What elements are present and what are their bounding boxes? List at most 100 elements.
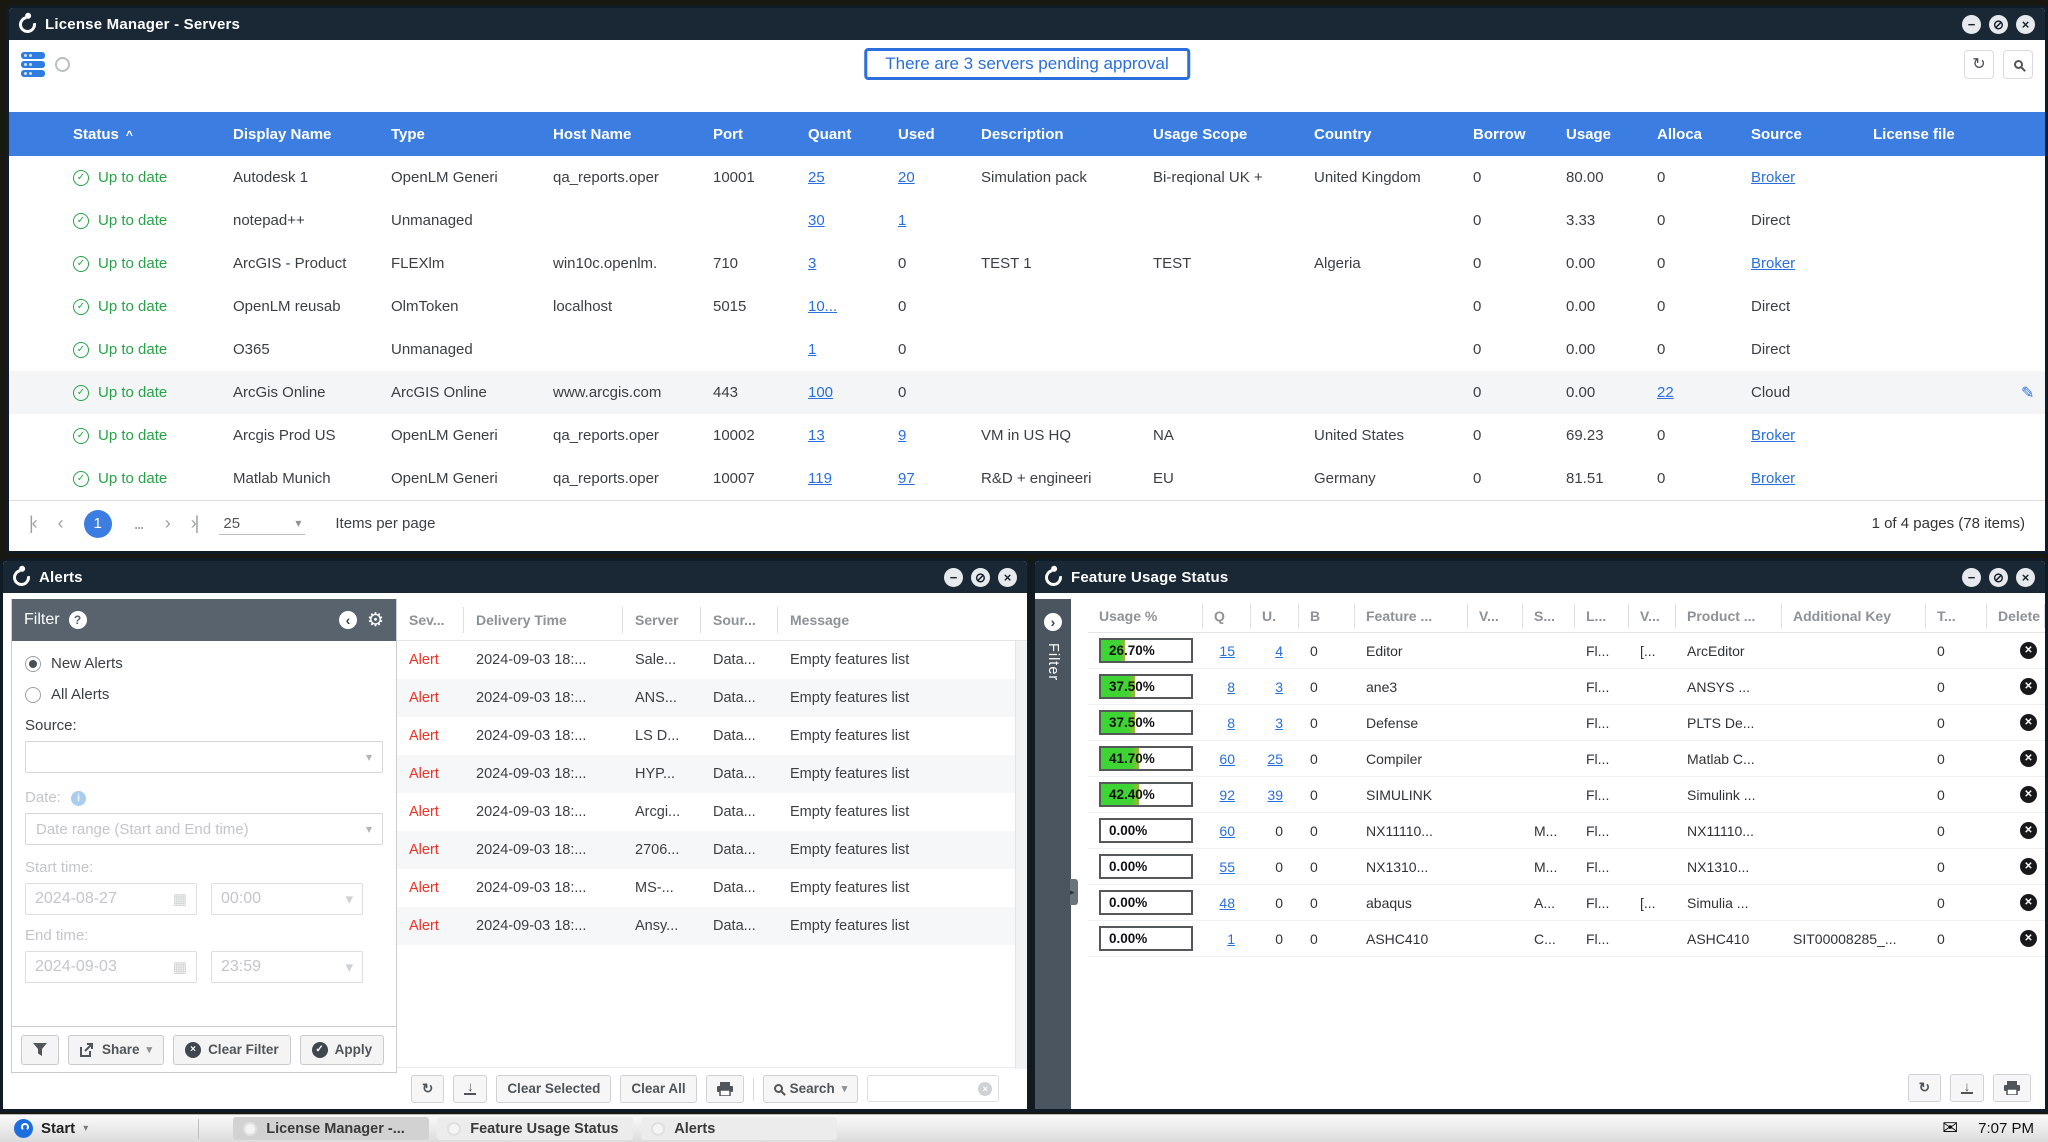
- used-link[interactable]: 3: [1275, 679, 1283, 695]
- expand-panel-icon[interactable]: ›: [1044, 613, 1062, 631]
- alert-row[interactable]: Alert2024-09-03 18:...LS D...Data...Empt…: [397, 717, 1027, 755]
- clear-selected-button[interactable]: Clear Selected: [496, 1075, 611, 1103]
- print-button[interactable]: [1993, 1074, 2031, 1102]
- column-header-usage[interactable]: Usage %: [1088, 604, 1203, 628]
- feature-row[interactable]: 42.40%92390SIMULINKFl...Simulink ...0✕: [1088, 777, 2045, 813]
- quantity-link[interactable]: 119: [808, 470, 832, 487]
- funnel-filter-button[interactable]: [21, 1035, 59, 1065]
- vertical-scrollbar[interactable]: [1015, 641, 1027, 1069]
- column-header-server[interactable]: Server: [623, 607, 701, 633]
- last-page-icon[interactable]: ›|: [191, 513, 198, 534]
- feature-row[interactable]: 37.50%830DefenseFl...PLTS De...0✕: [1088, 705, 2045, 741]
- taskbar-item-feature-usage-status[interactable]: Feature Usage Status: [437, 1117, 633, 1140]
- allocated-link[interactable]: 22: [1657, 384, 1674, 401]
- info-icon[interactable]: i: [71, 791, 86, 806]
- download-button[interactable]: ↓: [453, 1075, 487, 1103]
- feature-row[interactable]: 0.00%6000NX11110...M...Fl...NX11110...0✕: [1088, 813, 2045, 849]
- radio-button-selected[interactable]: [25, 656, 41, 672]
- quantity-link[interactable]: 1: [1227, 931, 1235, 947]
- used-link[interactable]: 25: [1267, 751, 1283, 767]
- close-icon[interactable]: ×: [998, 568, 1017, 587]
- clear-all-button[interactable]: Clear All: [620, 1075, 696, 1103]
- delete-icon[interactable]: ✕: [2020, 750, 2037, 767]
- taskbar-item-license-manager[interactable]: License Manager -...: [233, 1117, 429, 1140]
- quantity-link[interactable]: 92: [1219, 787, 1235, 803]
- minimize-icon[interactable]: −: [944, 568, 963, 587]
- first-page-icon[interactable]: |‹: [29, 513, 36, 534]
- column-header-status[interactable]: Status^: [73, 126, 233, 143]
- end-time-input[interactable]: 23:59 ▾: [211, 951, 363, 983]
- start-time-input[interactable]: 00:00 ▾: [211, 883, 363, 915]
- column-header-host-name[interactable]: Host Name: [553, 126, 713, 143]
- alert-row[interactable]: Alert2024-09-03 18:...Ansy...Data...Empt…: [397, 907, 1027, 945]
- quantity-link[interactable]: 48: [1219, 895, 1235, 911]
- table-row[interactable]: ✓Up to dateOpenLM reusabOlmTokenlocalhos…: [9, 285, 2045, 328]
- quantity-link[interactable]: 13: [808, 427, 825, 444]
- column-header-display-name[interactable]: Display Name: [233, 126, 391, 143]
- column-header-q[interactable]: Q: [1203, 604, 1251, 628]
- collapsed-filter-panel[interactable]: › Filter ▸: [1035, 599, 1071, 1109]
- used-link[interactable]: 4: [1275, 643, 1283, 659]
- table-row[interactable]: ✓Up to dateO365Unmanaged1000.000Direct: [9, 328, 2045, 371]
- column-header-t[interactable]: T...: [1926, 604, 1987, 628]
- quantity-link[interactable]: 100: [808, 384, 833, 401]
- column-header-license-file[interactable]: License file: [1873, 126, 2021, 143]
- column-header-country[interactable]: Country: [1314, 126, 1473, 143]
- column-header-source[interactable]: Source: [1751, 126, 1873, 143]
- start-date-input[interactable]: 2024-08-27 ▦: [25, 883, 197, 915]
- column-header-type[interactable]: Type: [391, 126, 553, 143]
- alert-row[interactable]: Alert2024-09-03 18:...Sale...Data...Empt…: [397, 641, 1027, 679]
- quantity-link[interactable]: 60: [1219, 751, 1235, 767]
- mail-icon[interactable]: ✉: [1942, 1117, 1958, 1140]
- column-header-quant[interactable]: Quant: [808, 126, 898, 143]
- table-row[interactable]: ✓Up to dateArcGis OnlineArcGIS Onlinewww…: [9, 371, 2045, 414]
- search-input[interactable]: ×: [867, 1075, 999, 1102]
- close-icon[interactable]: ×: [2016, 568, 2035, 587]
- column-header-sour[interactable]: Sour...: [701, 607, 778, 633]
- refresh-button[interactable]: ↻: [1908, 1074, 1941, 1102]
- maximize-icon[interactable]: ⊘: [971, 568, 990, 587]
- servers-icon[interactable]: [21, 52, 45, 77]
- apply-button[interactable]: ✓ Apply: [300, 1035, 385, 1065]
- column-header-u[interactable]: U.: [1251, 604, 1299, 628]
- close-icon[interactable]: ×: [2016, 15, 2035, 34]
- search-button[interactable]: Search ▾: [763, 1075, 859, 1103]
- used-link[interactable]: 9: [898, 427, 906, 444]
- delete-icon[interactable]: ✕: [2020, 678, 2037, 695]
- items-per-page-select[interactable]: 25 ▾: [219, 513, 305, 535]
- delete-icon[interactable]: ✕: [2020, 894, 2037, 911]
- delete-icon[interactable]: ✕: [2020, 858, 2037, 875]
- source-link[interactable]: Broker: [1751, 255, 1795, 272]
- feature-row[interactable]: 26.70%1540EditorFl...[...ArcEditor0✕: [1088, 633, 2045, 669]
- table-row[interactable]: ✓Up to dateMatlab MunichOpenLM Generiqa_…: [9, 457, 2045, 500]
- used-link[interactable]: 20: [898, 169, 915, 186]
- clear-search-icon[interactable]: ×: [978, 1082, 992, 1096]
- column-header-v[interactable]: V...: [1629, 604, 1676, 628]
- table-row[interactable]: ✓Up to dateAutodesk 1OpenLM Generiqa_rep…: [9, 156, 2045, 199]
- column-header-port[interactable]: Port: [713, 126, 808, 143]
- quantity-link[interactable]: 3: [808, 255, 816, 272]
- column-header-borrow[interactable]: Borrow: [1473, 126, 1566, 143]
- start-button[interactable]: Start ▾: [0, 1115, 102, 1142]
- splitter-handle[interactable]: ▸: [1070, 879, 1078, 905]
- used-link[interactable]: 39: [1267, 787, 1283, 803]
- next-page-icon[interactable]: ›: [165, 513, 169, 534]
- gear-icon[interactable]: ⚙: [367, 609, 384, 632]
- pending-approval-banner[interactable]: There are 3 servers pending approval: [864, 48, 1190, 80]
- column-header-usage[interactable]: Usage: [1566, 126, 1657, 143]
- column-header-feature[interactable]: Feature ...: [1355, 604, 1468, 628]
- column-header-used[interactable]: Used: [898, 126, 981, 143]
- feature-row[interactable]: 0.00%100ASHC410C...Fl...ASHC410SIT000082…: [1088, 921, 2045, 957]
- alert-row[interactable]: Alert2024-09-03 18:...HYP...Data...Empty…: [397, 755, 1027, 793]
- delete-icon[interactable]: ✕: [2020, 822, 2037, 839]
- download-button[interactable]: ↓: [1950, 1074, 1984, 1102]
- delete-icon[interactable]: ✕: [2020, 930, 2037, 947]
- radio-new-alerts[interactable]: New Alerts: [25, 655, 383, 672]
- share-button[interactable]: Share ▾: [68, 1035, 164, 1065]
- feature-row[interactable]: 0.00%4800abaqusA...Fl...[...Simulia ...0…: [1088, 885, 2045, 921]
- column-header-b[interactable]: B: [1299, 604, 1355, 628]
- edit-pencil-icon[interactable]: ✎: [2021, 385, 2034, 402]
- delete-icon[interactable]: ✕: [2020, 714, 2037, 731]
- refresh-button[interactable]: ↻: [411, 1075, 444, 1103]
- date-range-select[interactable]: Date range (Start and End time) ▾: [25, 813, 383, 845]
